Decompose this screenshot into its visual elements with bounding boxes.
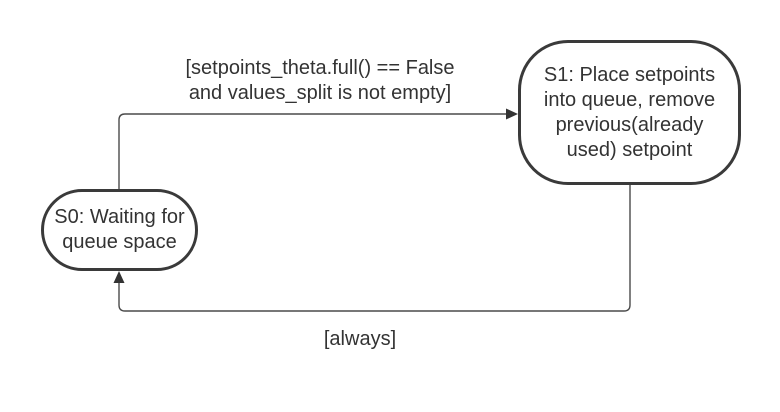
state-s0-node[interactable]: S0: Waiting for queue space — [41, 189, 198, 271]
state-s1-node[interactable]: S1: Place setpoints into queue, remove p… — [518, 40, 741, 185]
transition-s0-to-s1-arrowhead — [506, 108, 518, 120]
state-s1-label: S1: Place setpoints into queue, remove p… — [543, 63, 716, 161]
transition-s1-to-s0-label: [always] — [323, 328, 397, 350]
transition-s0-to-s1-label: [setpoints_theta.full() == False and val… — [185, 57, 455, 104]
transition-s1-to-s0-line — [118, 185, 631, 312]
transition-s0-to-s1-line — [118, 113, 509, 189]
transition-s1-to-s0-arrowhead — [113, 271, 125, 283]
state-s0-label: S0: Waiting for queue space — [54, 206, 185, 253]
